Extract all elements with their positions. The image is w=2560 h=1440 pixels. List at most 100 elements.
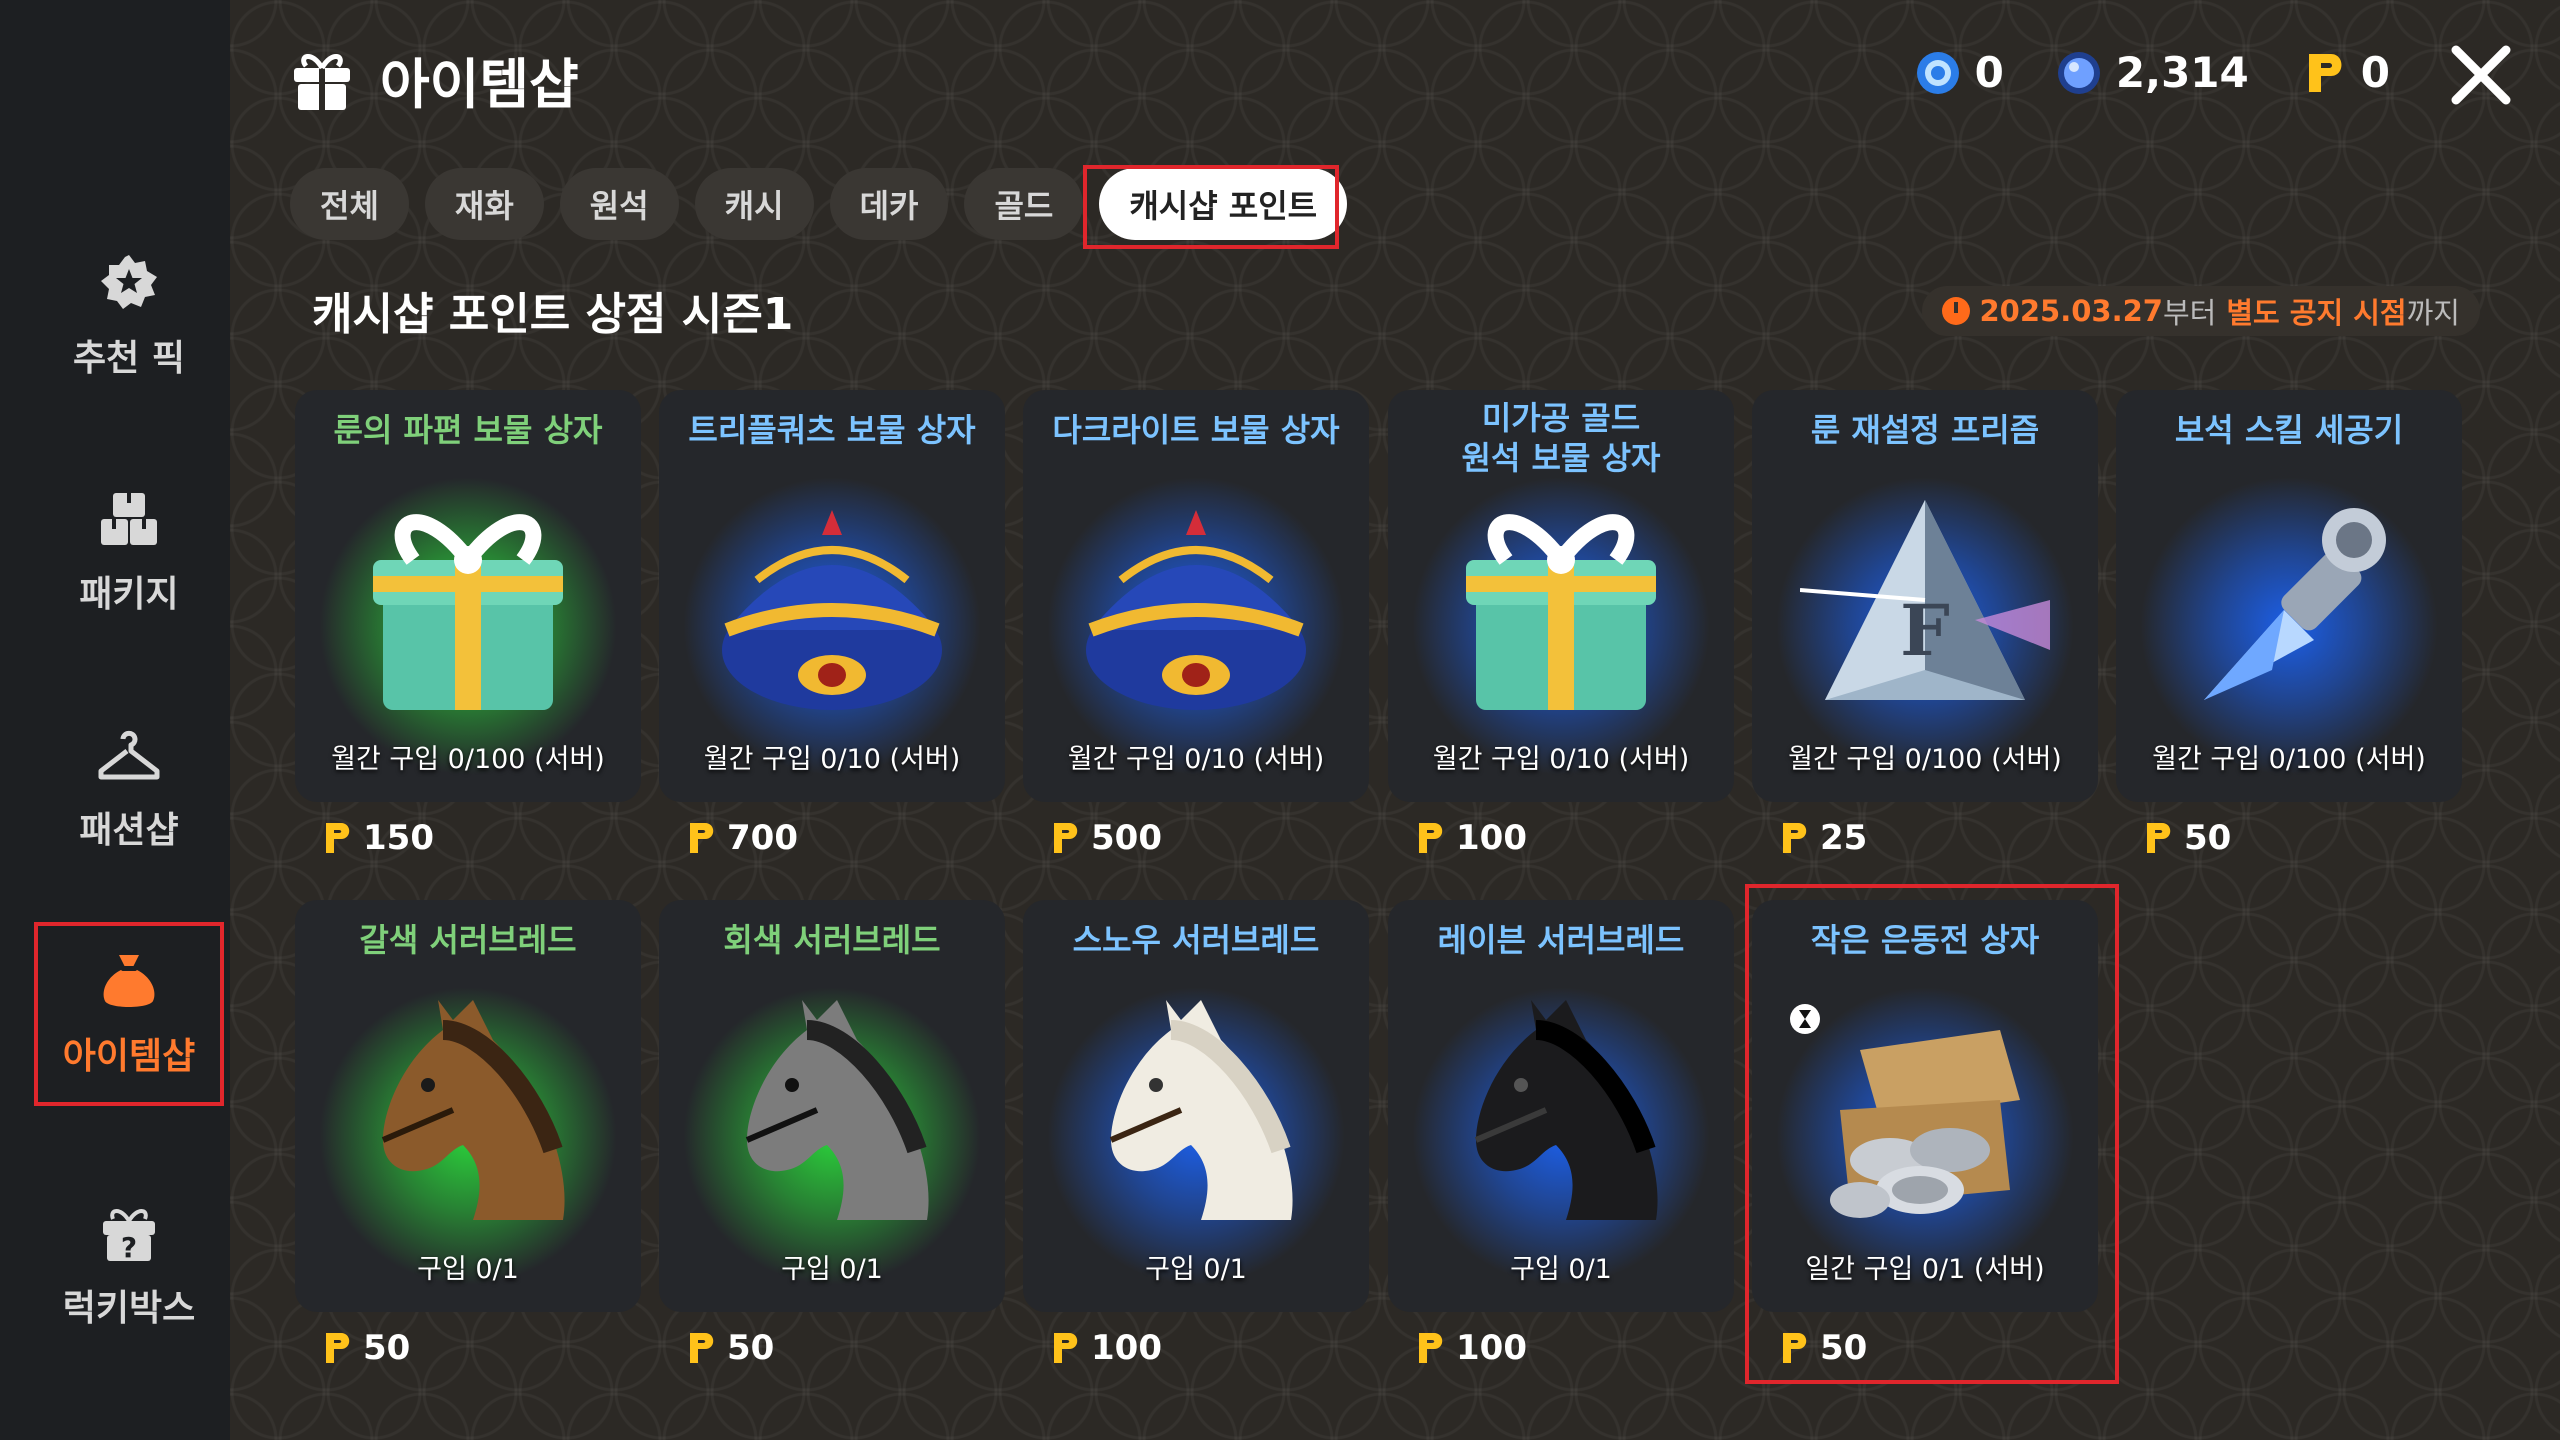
item-price: 500 bbox=[1051, 818, 1162, 858]
item-card[interactable]: 미가공 골드 원석 보물 상자 월간 구입 0/10 (서버) bbox=[1388, 390, 1734, 802]
currency-royal-crystal-value: 0 bbox=[1974, 48, 2004, 97]
page-header: 아이템샵 bbox=[290, 40, 579, 119]
item-card[interactable]: 트리플쿼츠 보물 상자 월간 구입 0/10 (서버) bbox=[659, 390, 1005, 802]
tab-currency[interactable]: 재화 bbox=[424, 168, 544, 240]
item-price-value: 500 bbox=[1091, 818, 1162, 858]
p-point-icon bbox=[1783, 823, 1807, 853]
gift-icon bbox=[294, 53, 350, 110]
item-card[interactable]: 회색 서러브레드구입 0/1 bbox=[659, 900, 1005, 1312]
item-price: 100 bbox=[1416, 818, 1527, 858]
blue-crystal-icon bbox=[2057, 51, 2100, 94]
item-name: 회색 서러브레드 bbox=[723, 921, 941, 959]
sidebar-item-label: 럭키박스 bbox=[62, 1288, 196, 1329]
item-purchase-limit: 구입 0/1 bbox=[1145, 1254, 1247, 1285]
item-price-value: 100 bbox=[1091, 1328, 1162, 1368]
item-price: 700 bbox=[687, 818, 798, 858]
sidebar-item-label: 추천 픽 bbox=[73, 338, 185, 379]
tab-all[interactable]: 전체 bbox=[290, 168, 409, 240]
sidebar-item-fashion[interactable]: 패션샵 bbox=[34, 698, 224, 878]
item-price-value: 700 bbox=[727, 818, 798, 858]
item-card[interactable]: 스노우 서러브레드구입 0/1 bbox=[1023, 900, 1369, 1312]
item-price-value: 25 bbox=[1820, 818, 1868, 858]
black-horse-icon bbox=[1436, 990, 1686, 1240]
item-price-value: 150 bbox=[363, 818, 434, 858]
tab-gemstone[interactable]: 원석 bbox=[559, 168, 679, 240]
item-card[interactable]: 룬 재설정 프리즘 F 월간 구입 0/100 (서버) bbox=[1752, 390, 2098, 802]
sidebar-item-label: 아이템샵 bbox=[62, 1036, 196, 1077]
currency-blue-crystal-value: 2,314 bbox=[2115, 48, 2249, 97]
item-price: 50 bbox=[2144, 818, 2231, 858]
mystery-box-icon: ? bbox=[103, 1209, 155, 1264]
currency-point-value: 0 bbox=[2360, 48, 2390, 97]
item-name: 스노우 서러브레드 bbox=[1072, 921, 1320, 959]
tab-gold[interactable]: 골드 bbox=[964, 168, 1084, 240]
package-boxes-icon bbox=[101, 493, 157, 545]
gray-horse-icon bbox=[707, 990, 957, 1240]
sidebar-item-recommended[interactable]: 추천 픽 bbox=[34, 226, 224, 406]
p-point-icon bbox=[326, 1333, 350, 1363]
period-start-date: 2025.03.27 bbox=[1979, 294, 2163, 328]
period-end-text: 별도 공지 시점 bbox=[2226, 296, 2407, 330]
item-price: 100 bbox=[1051, 1328, 1162, 1368]
page-title: 아이템샵 bbox=[380, 53, 579, 116]
item-card[interactable]: 레이븐 서러브레드구입 0/1 bbox=[1388, 900, 1734, 1312]
svg-text:?: ? bbox=[121, 1231, 137, 1264]
item-name: 룬 재설정 프리즘 bbox=[1810, 411, 2040, 449]
item-card[interactable]: 룬의 파편 보물 상자 월간 구입 0/100 (서버) bbox=[295, 390, 641, 802]
item-card[interactable]: 보석 스킬 세공기월간 구입 0/100 (서버) bbox=[2116, 390, 2462, 802]
crystal-chisel-icon bbox=[2164, 480, 2414, 730]
p-point-icon bbox=[1054, 823, 1078, 853]
item-purchase-limit: 구입 0/1 bbox=[417, 1254, 519, 1285]
item-purchase-limit: 구입 0/1 bbox=[1510, 1254, 1612, 1285]
item-purchase-limit: 월간 구입 0/10 (서버) bbox=[1432, 744, 1690, 775]
p-point-icon bbox=[2147, 823, 2171, 853]
sidebar-item-package[interactable]: 패키지 bbox=[34, 462, 224, 642]
period-from-text: 부터 bbox=[2162, 296, 2217, 330]
item-price: 100 bbox=[1416, 1328, 1527, 1368]
p-point-icon bbox=[2308, 53, 2342, 92]
item-name: 레이븐 서러브레드 bbox=[1437, 921, 1685, 959]
clock-icon bbox=[1941, 297, 1970, 325]
item-name: 룬의 파편 보물 상자 bbox=[333, 411, 603, 449]
p-point-icon bbox=[326, 823, 350, 853]
white-horse-icon bbox=[1071, 990, 1321, 1240]
item-purchase-limit: 구입 0/1 bbox=[781, 1254, 883, 1285]
sidebar-item-itemshop[interactable]: 아이템샵 bbox=[34, 922, 224, 1106]
p-point-icon bbox=[1054, 1333, 1078, 1363]
p-point-icon bbox=[690, 1333, 714, 1363]
item-price-value: 100 bbox=[1456, 818, 1527, 858]
item-purchase-limit: 월간 구입 0/10 (서버) bbox=[1067, 744, 1325, 775]
item-price-value: 50 bbox=[727, 1328, 775, 1368]
p-point-icon bbox=[690, 823, 714, 853]
close-icon[interactable] bbox=[2446, 40, 2516, 110]
currency-bar: 0 2,314 0 bbox=[1915, 48, 2390, 97]
treasure-chest-icon bbox=[1071, 480, 1321, 730]
gift-box-icon bbox=[1436, 480, 1686, 730]
item-card[interactable]: 갈색 서러브레드 구입 0/1 bbox=[295, 900, 641, 1312]
item-price-value: 100 bbox=[1456, 1328, 1527, 1368]
sidebar-item-label: 패키지 bbox=[79, 574, 179, 615]
item-name: 보석 스킬 세공기 bbox=[2174, 411, 2404, 449]
item-price: 25 bbox=[1780, 818, 1867, 858]
prism-icon: F bbox=[1799, 480, 2050, 730]
item-price-value: 50 bbox=[363, 1328, 411, 1368]
period-until-text: 까지 bbox=[2406, 296, 2460, 330]
tab-deka[interactable]: 데카 bbox=[829, 168, 949, 240]
sidebar-item-luckybox[interactable]: ? 럭키박스 bbox=[34, 1176, 224, 1356]
brown-horse-icon bbox=[343, 990, 593, 1240]
svg-text:F: F bbox=[1900, 589, 1950, 672]
item-purchase-limit: 월간 구입 0/100 (서버) bbox=[2152, 744, 2426, 775]
sidebar: 추천 픽 패키지 패션샵 아이템샵 ? 럭키박스 bbox=[0, 0, 230, 1440]
item-price: 50 bbox=[687, 1328, 774, 1368]
star-badge-icon bbox=[101, 255, 157, 309]
treasure-chest-icon bbox=[707, 480, 957, 730]
item-card[interactable]: 다크라이트 보물 상자 월간 구입 0/10 (서버) bbox=[1023, 390, 1369, 802]
item-price: 50 bbox=[323, 1328, 410, 1368]
pouch-icon bbox=[103, 955, 155, 1007]
tab-cash[interactable]: 캐시 bbox=[694, 168, 814, 240]
section-title: 캐시샵 포인트 상점 시즌1 bbox=[312, 289, 794, 340]
tab-highlight-outline bbox=[1083, 165, 1339, 249]
royal-crystal-icon bbox=[1916, 51, 1959, 94]
hanger-icon bbox=[98, 730, 160, 780]
p-point-icon bbox=[1419, 823, 1443, 853]
